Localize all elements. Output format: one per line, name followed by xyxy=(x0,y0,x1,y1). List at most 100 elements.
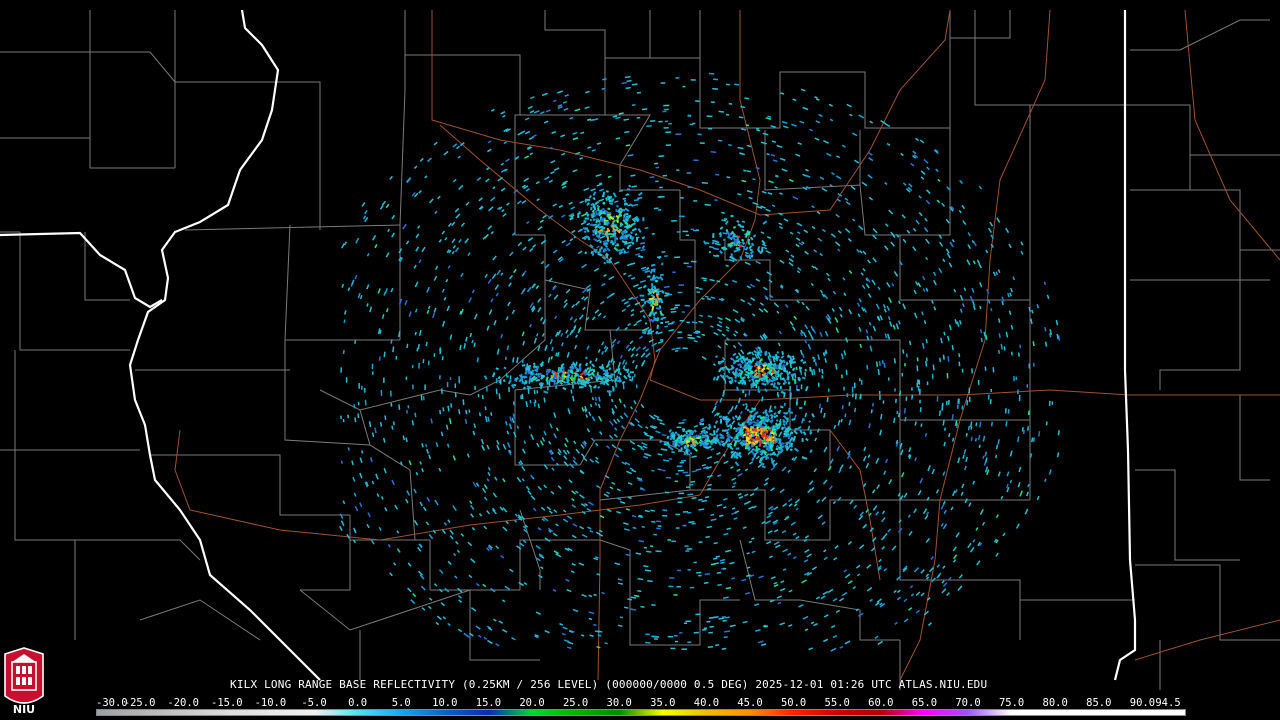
echo-pixel xyxy=(596,142,602,145)
echo-pixel xyxy=(433,141,438,146)
echo-pixel xyxy=(351,460,354,466)
echo-pixel xyxy=(418,362,420,369)
echo-pixel xyxy=(725,325,730,330)
echo-pixel xyxy=(444,237,448,241)
echo-pixel xyxy=(629,235,633,240)
echo-pixel xyxy=(819,176,825,180)
echo-pixel xyxy=(789,385,791,392)
echo-pixel xyxy=(887,377,890,381)
echo-pixel xyxy=(589,376,594,380)
echo-pixel xyxy=(357,292,361,299)
echo-pixel xyxy=(744,405,748,410)
echo-pixel xyxy=(797,425,802,430)
echo-pixel xyxy=(506,345,510,351)
county-line xyxy=(184,224,401,231)
echo-pixel xyxy=(735,238,738,244)
scale-label: 65.0 xyxy=(911,697,938,709)
echo-pixel xyxy=(669,577,675,579)
echo-pixel xyxy=(339,513,344,519)
echo-pixel xyxy=(863,482,867,487)
echo-pixel xyxy=(751,242,755,247)
echo-pixel xyxy=(407,562,412,567)
echo-pixel xyxy=(391,214,396,220)
echo-pixel xyxy=(753,603,760,607)
echo-pixel xyxy=(734,414,738,419)
echo-pixel xyxy=(460,222,465,227)
county-line xyxy=(14,350,76,640)
echo-pixel xyxy=(535,611,541,615)
echo-pixel xyxy=(343,310,347,315)
county-line xyxy=(605,10,701,59)
echo-pixel xyxy=(507,379,512,385)
echo-pixel xyxy=(631,514,637,518)
echo-pixel xyxy=(921,311,924,316)
echo-pixel xyxy=(719,226,724,230)
echo-pixel xyxy=(594,309,600,314)
echo-pixel xyxy=(663,104,670,107)
highway-line xyxy=(829,429,881,581)
echo-pixel xyxy=(540,111,545,115)
echo-pixel xyxy=(717,474,722,477)
echo-pixel xyxy=(633,198,639,202)
echo-pixel xyxy=(430,418,433,424)
echo-pixel xyxy=(454,575,458,579)
echo-pixel xyxy=(647,580,653,583)
echo-pixel xyxy=(653,207,659,210)
colorbar-segment xyxy=(1097,710,1142,715)
echo-pixel xyxy=(776,144,783,149)
echo-pixel xyxy=(535,285,540,290)
echo-pixel xyxy=(581,383,587,386)
echo-pixel xyxy=(838,306,843,312)
echo-pixel xyxy=(953,288,957,293)
echo-pixel xyxy=(526,286,532,293)
echo-pixel xyxy=(827,388,830,392)
echo-pixel xyxy=(589,458,595,463)
echo-pixel xyxy=(927,465,931,472)
echo-pixel xyxy=(950,506,954,511)
echo-pixel xyxy=(571,229,576,234)
echo-pixel xyxy=(662,110,667,113)
echo-pixel xyxy=(655,550,662,553)
echo-pixel xyxy=(911,394,914,399)
echo-pixel xyxy=(872,257,877,263)
echo-pixel xyxy=(564,639,570,643)
echo-pixel xyxy=(428,454,432,460)
echo-pixel xyxy=(434,499,439,506)
echo-pixel xyxy=(839,313,843,318)
echo-pixel xyxy=(599,219,602,222)
echo-pixel xyxy=(1026,491,1029,497)
echo-pixel xyxy=(570,570,575,574)
echo-pixel xyxy=(398,298,403,305)
echo-pixel xyxy=(516,545,522,550)
echo-pixel xyxy=(524,130,531,135)
echo-pixel xyxy=(485,178,490,183)
echo-pixel xyxy=(665,131,671,134)
echo-pixel xyxy=(895,323,900,330)
echo-pixel xyxy=(804,549,810,554)
echo-pixel xyxy=(733,517,738,520)
echo-pixel xyxy=(866,364,869,370)
echo-pixel xyxy=(380,390,383,396)
echo-pixel xyxy=(589,530,594,533)
echo-pixel xyxy=(948,324,952,331)
county-line xyxy=(84,232,130,301)
echo-pixel xyxy=(979,421,982,428)
echo-pixel xyxy=(441,529,447,535)
echo-pixel xyxy=(560,377,563,381)
echo-pixel xyxy=(888,209,894,215)
echo-pixel xyxy=(881,360,884,364)
echo-pixel xyxy=(878,360,881,367)
echo-pixel xyxy=(1009,292,1012,297)
echo-pixel xyxy=(903,598,908,603)
echo-pixel xyxy=(434,265,439,270)
echo-pixel xyxy=(685,620,692,623)
echo-pixel xyxy=(788,589,793,593)
echo-pixel xyxy=(855,564,861,569)
echo-pixel xyxy=(940,522,944,527)
echo-pixel xyxy=(529,247,534,252)
echo-pixel xyxy=(567,408,571,415)
echo-pixel xyxy=(801,579,807,584)
county-line xyxy=(1130,104,1191,190)
echo-pixel xyxy=(521,199,527,204)
echo-pixel xyxy=(833,556,838,561)
